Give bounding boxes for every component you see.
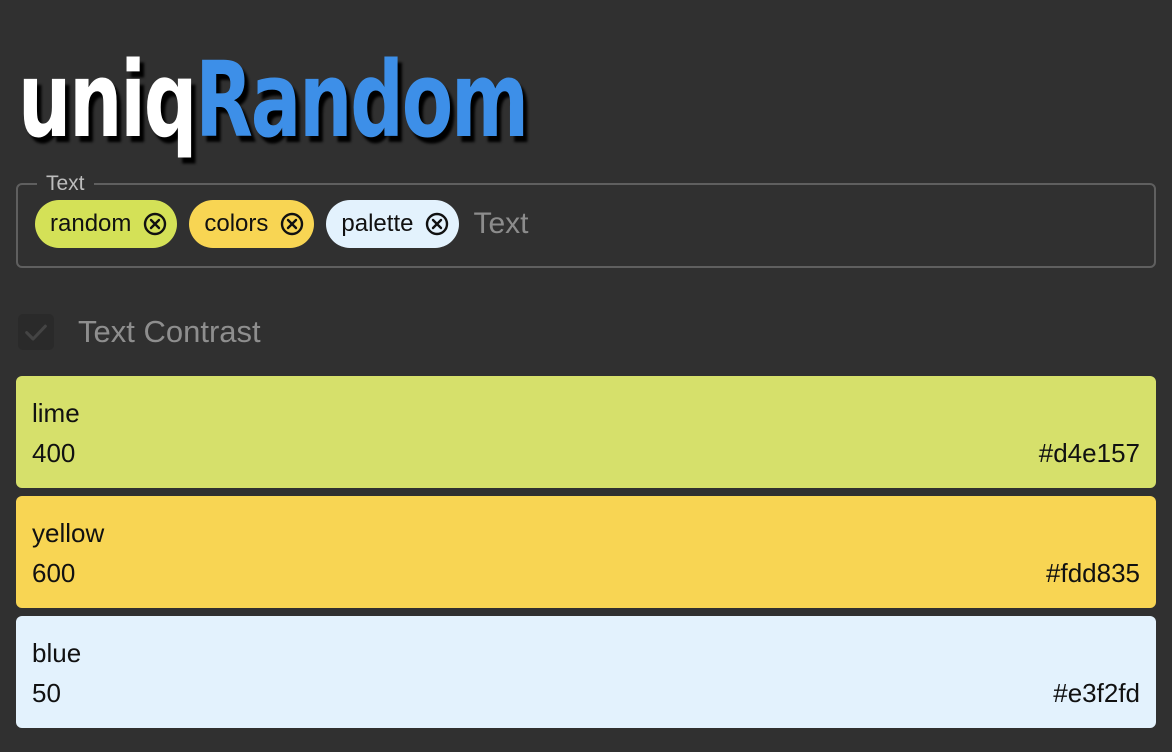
text-tags-field[interactable]: Text random colors palette: [16, 172, 1156, 268]
close-circle-icon[interactable]: [143, 212, 167, 236]
app-logo: uniqRandom: [18, 30, 529, 170]
color-card-blue[interactable]: blue 50 #e3f2fd: [16, 616, 1156, 728]
logo-text-random: Random: [195, 39, 529, 161]
text-field-legend: Text: [46, 172, 85, 195]
color-shade: 400: [32, 438, 76, 468]
checkmark-icon: [25, 324, 47, 341]
color-name: lime: [32, 398, 80, 428]
color-card-lime[interactable]: lime 400 #d4e157: [16, 376, 1156, 488]
color-shade: 600: [32, 558, 76, 588]
chip-label: palette: [341, 210, 414, 237]
color-name: blue: [32, 638, 82, 668]
text-contrast-label: Text Contrast: [78, 314, 261, 349]
chip-label: colors: [204, 210, 269, 237]
color-hex: #fdd835: [1046, 558, 1140, 588]
color-card-yellow[interactable]: yellow 600 #fdd835: [16, 496, 1156, 608]
color-shade: 50: [32, 678, 61, 708]
text-input[interactable]: [473, 207, 1074, 241]
color-name: yellow: [32, 518, 105, 548]
chip-random[interactable]: random: [35, 200, 178, 248]
chip-label: random: [50, 210, 132, 237]
chip-palette[interactable]: palette: [326, 200, 460, 248]
color-hex: #e3f2fd: [1053, 678, 1140, 708]
color-hex: #d4e157: [1038, 438, 1140, 468]
logo-text-uniq: uniq: [18, 39, 197, 161]
chip-colors[interactable]: colors: [189, 200, 315, 248]
text-contrast-toggle[interactable]: Text Contrast: [18, 314, 261, 350]
chip-list: random colors palette: [35, 200, 1154, 248]
close-circle-icon[interactable]: [280, 212, 304, 236]
close-circle-icon[interactable]: [425, 212, 449, 236]
text-contrast-checkbox[interactable]: [18, 314, 54, 350]
